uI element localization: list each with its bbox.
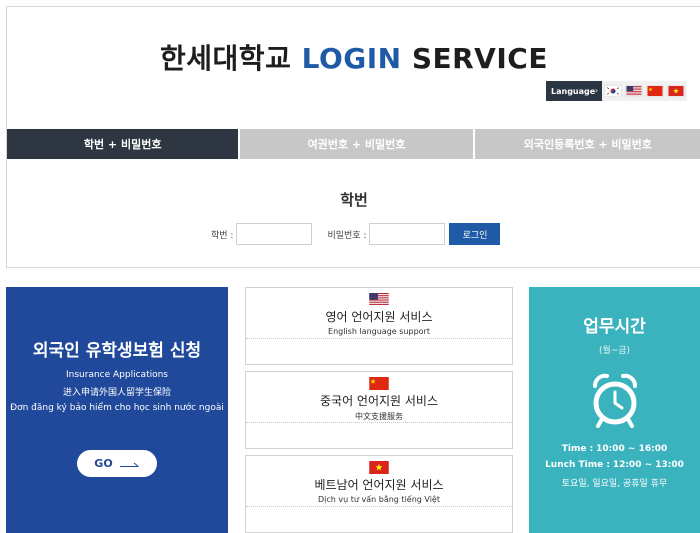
title-prefix: 한세대학교 [160, 42, 292, 75]
flag-usa-icon[interactable] [625, 85, 643, 97]
support-subtitle: English language support [328, 327, 430, 336]
login-method-tabs: 학번 + 비밀번호 여권번호 + 비밀번호 외국인등록번호 + 비밀번호 [7, 129, 700, 159]
go-button[interactable]: GO [77, 450, 157, 477]
student-id-label: 학번 : [211, 230, 234, 241]
insurance-vietnamese: Đơn đăng ký bảo hiểm cho học sinh nước n… [10, 403, 224, 413]
support-card-english[interactable]: 영어 언어지원 서비스 English language support [245, 287, 513, 365]
flag-vietnam-icon[interactable] [667, 85, 685, 97]
support-subtitle: 中文支援服务 [355, 412, 403, 421]
arrow-right-icon [119, 462, 139, 467]
page-title: 한세대학교 LOGIN SERVICE [7, 37, 700, 77]
form-heading: 학번 [340, 191, 368, 209]
insurance-title: 외국인 유학생보험 신청 [32, 341, 202, 361]
flag-vietnam-icon [369, 461, 389, 474]
hours-lunch: Lunch Time : 12:00 ~ 13:00 [529, 460, 700, 470]
alarm-clock-icon [592, 373, 637, 428]
go-label: GO [94, 457, 113, 470]
flag-china-icon[interactable] [646, 85, 664, 97]
hours-time: Time : 10:00 ~ 16:00 [529, 444, 700, 454]
language-button[interactable]: Language › [546, 81, 602, 101]
insurance-english: Insurance Applications [66, 370, 168, 380]
divider [246, 338, 512, 339]
language-support-list: 영어 언어지원 서비스 English language support 중국어… [245, 287, 513, 533]
business-hours-panel: 업무시간 (월~금) Time : 10:00 ~ 16:00 Lunch Ti… [529, 287, 700, 533]
support-card-vietnamese[interactable]: 베트남어 언어지원 서비스 Dịch vụ tư vấn bằng tiếng … [245, 455, 513, 533]
hours-title: 업무시간 [583, 317, 646, 337]
chevron-right-icon: › [594, 86, 598, 95]
language-label: Language [551, 86, 596, 96]
tab-alien-registration[interactable]: 외국인등록번호 + 비밀번호 [474, 129, 700, 159]
login-form: 학번 : 비밀번호 : 로그인 [211, 222, 501, 246]
divider [246, 422, 512, 423]
support-subtitle: Dịch vụ tư vấn bằng tiếng Việt [318, 495, 440, 504]
flag-korea-icon[interactable] [604, 85, 622, 97]
tab-passport[interactable]: 여권번호 + 비밀번호 [240, 129, 473, 159]
lunch-label: Lunch Time : [545, 460, 610, 470]
title-login: LOGIN [301, 42, 402, 75]
tab-student-id[interactable]: 학번 + 비밀번호 [7, 129, 239, 159]
hours-closed: 토요일, 일요일, 공휴일 휴무 [561, 479, 668, 489]
insurance-panel: 외국인 유학생보험 신청 Insurance Applications 进入申请… [6, 287, 228, 533]
password-input[interactable] [369, 223, 446, 245]
login-panel: 한세대학교 LOGIN SERVICE Language › 학번 + 비밀번호… [6, 6, 700, 268]
login-button[interactable]: 로그인 [449, 223, 501, 245]
lunch-value: 12:00 ~ 13:00 [612, 460, 684, 470]
hours-days: (월~금) [598, 346, 631, 356]
language-flags [602, 81, 687, 101]
flag-usa-icon [369, 293, 389, 306]
support-title: 중국어 언어지원 서비스 [319, 394, 439, 408]
time-label: Time : [561, 444, 594, 454]
flag-china-icon [369, 377, 389, 390]
support-title: 베트남어 언어지원 서비스 [314, 478, 444, 492]
time-value: 10:00 ~ 16:00 [596, 444, 668, 454]
title-service: SERVICE [411, 42, 548, 75]
support-card-chinese[interactable]: 중국어 언어지원 서비스 中文支援服务 [245, 371, 513, 449]
student-id-input[interactable] [236, 223, 313, 245]
insurance-chinese: 进入申请外国人留学生保险 [62, 388, 171, 398]
support-title: 영어 언어지원 서비스 [325, 310, 433, 324]
divider [246, 506, 512, 507]
password-label: 비밀번호 : [327, 230, 367, 241]
language-selector: Language › [546, 81, 687, 101]
